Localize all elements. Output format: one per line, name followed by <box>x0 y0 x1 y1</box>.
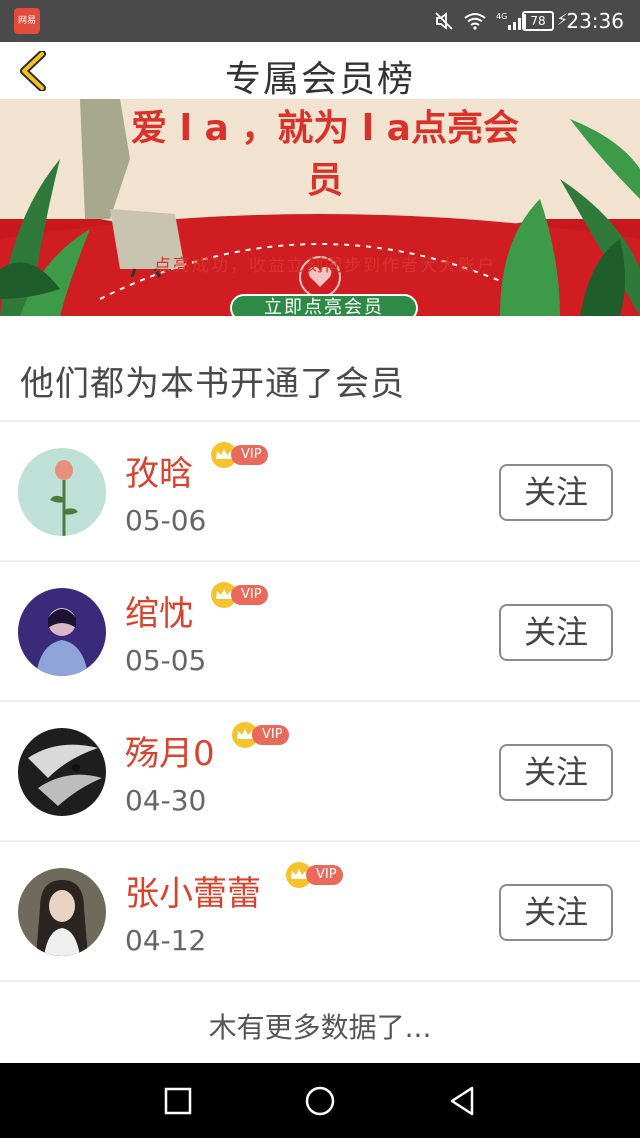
system-nav-bar <box>0 1063 640 1138</box>
avatar-image <box>18 868 106 956</box>
vip-label: VIP <box>231 585 268 605</box>
promo-banner[interactable]: 爱 l a ，就为 l a点亮会员 点亮成功，收益立刻同步到作者大大账户 立即点… <box>0 99 640 316</box>
vip-label: VIP <box>231 445 268 465</box>
avatar-image <box>18 448 106 536</box>
avatar[interactable] <box>18 448 106 536</box>
title-bar: 专属会员榜 <box>0 42 640 100</box>
banner-headline: 爱 l a ，就为 l a点亮会员 <box>131 108 519 201</box>
follow-button[interactable]: 关注 <box>499 744 613 801</box>
home-button[interactable] <box>302 1083 338 1119</box>
battery-indicator: 78 <box>522 11 554 31</box>
square-icon <box>164 1087 192 1115</box>
member-name: 殇月0 <box>125 734 215 774</box>
member-date: 04-12 <box>125 924 207 957</box>
banner-subtitle: 点亮成功，收益立刻同步到作者大大账户 <box>154 256 496 276</box>
status-icons: 4G <box>434 10 530 32</box>
app-notification-icon: 网易 <box>14 8 40 34</box>
wifi-icon <box>464 13 486 30</box>
no-more-data-text: 木有更多数据了... <box>208 1011 432 1044</box>
member-row[interactable]: 绾忱 VIP 05-05 关注 <box>0 562 640 702</box>
member-name: 张小蕾蕾 <box>125 874 261 914</box>
vip-label: VIP <box>306 865 343 885</box>
avatar-image <box>18 588 106 676</box>
network-label: 4G <box>496 12 507 21</box>
member-row[interactable]: 张小蕾蕾 VIP 04-12 关注 <box>0 842 640 982</box>
avatar[interactable] <box>18 868 106 956</box>
status-time: 23:36 <box>566 9 624 33</box>
follow-button[interactable]: 关注 <box>499 604 613 661</box>
avatar[interactable] <box>18 728 106 816</box>
follow-button[interactable]: 关注 <box>499 884 613 941</box>
status-bar: 网易 4G 78 ⚡ 23:36 <box>0 0 640 42</box>
page: 网易 4G 78 ⚡ 23:36 专属会员榜 爱 l a ，就为 l a点亮会员… <box>0 0 640 1138</box>
avatar-image <box>18 728 106 816</box>
vip-label: VIP <box>252 725 289 745</box>
mute-icon <box>435 12 453 30</box>
member-row[interactable]: 孜晗 VIP 05-06 关注 <box>0 422 640 562</box>
follow-button[interactable]: 关注 <box>499 464 613 521</box>
member-date: 05-05 <box>125 644 207 677</box>
member-name: 绾忱 <box>125 594 193 634</box>
triangle-back-icon <box>450 1086 474 1116</box>
activate-membership-button[interactable]: 立即点亮会员 <box>230 294 418 316</box>
avatar[interactable] <box>18 588 106 676</box>
member-name: 孜晗 <box>125 454 193 494</box>
member-date: 05-06 <box>125 504 207 537</box>
section-heading: 他们都为本书开通了会员 <box>20 364 405 404</box>
member-date: 04-30 <box>125 784 207 817</box>
member-row[interactable]: 殇月0 VIP 04-30 关注 <box>0 702 640 842</box>
system-back-button[interactable] <box>444 1083 480 1119</box>
page-title: 专属会员榜 <box>224 59 415 100</box>
recents-button[interactable] <box>160 1083 196 1119</box>
circle-icon <box>305 1086 335 1116</box>
